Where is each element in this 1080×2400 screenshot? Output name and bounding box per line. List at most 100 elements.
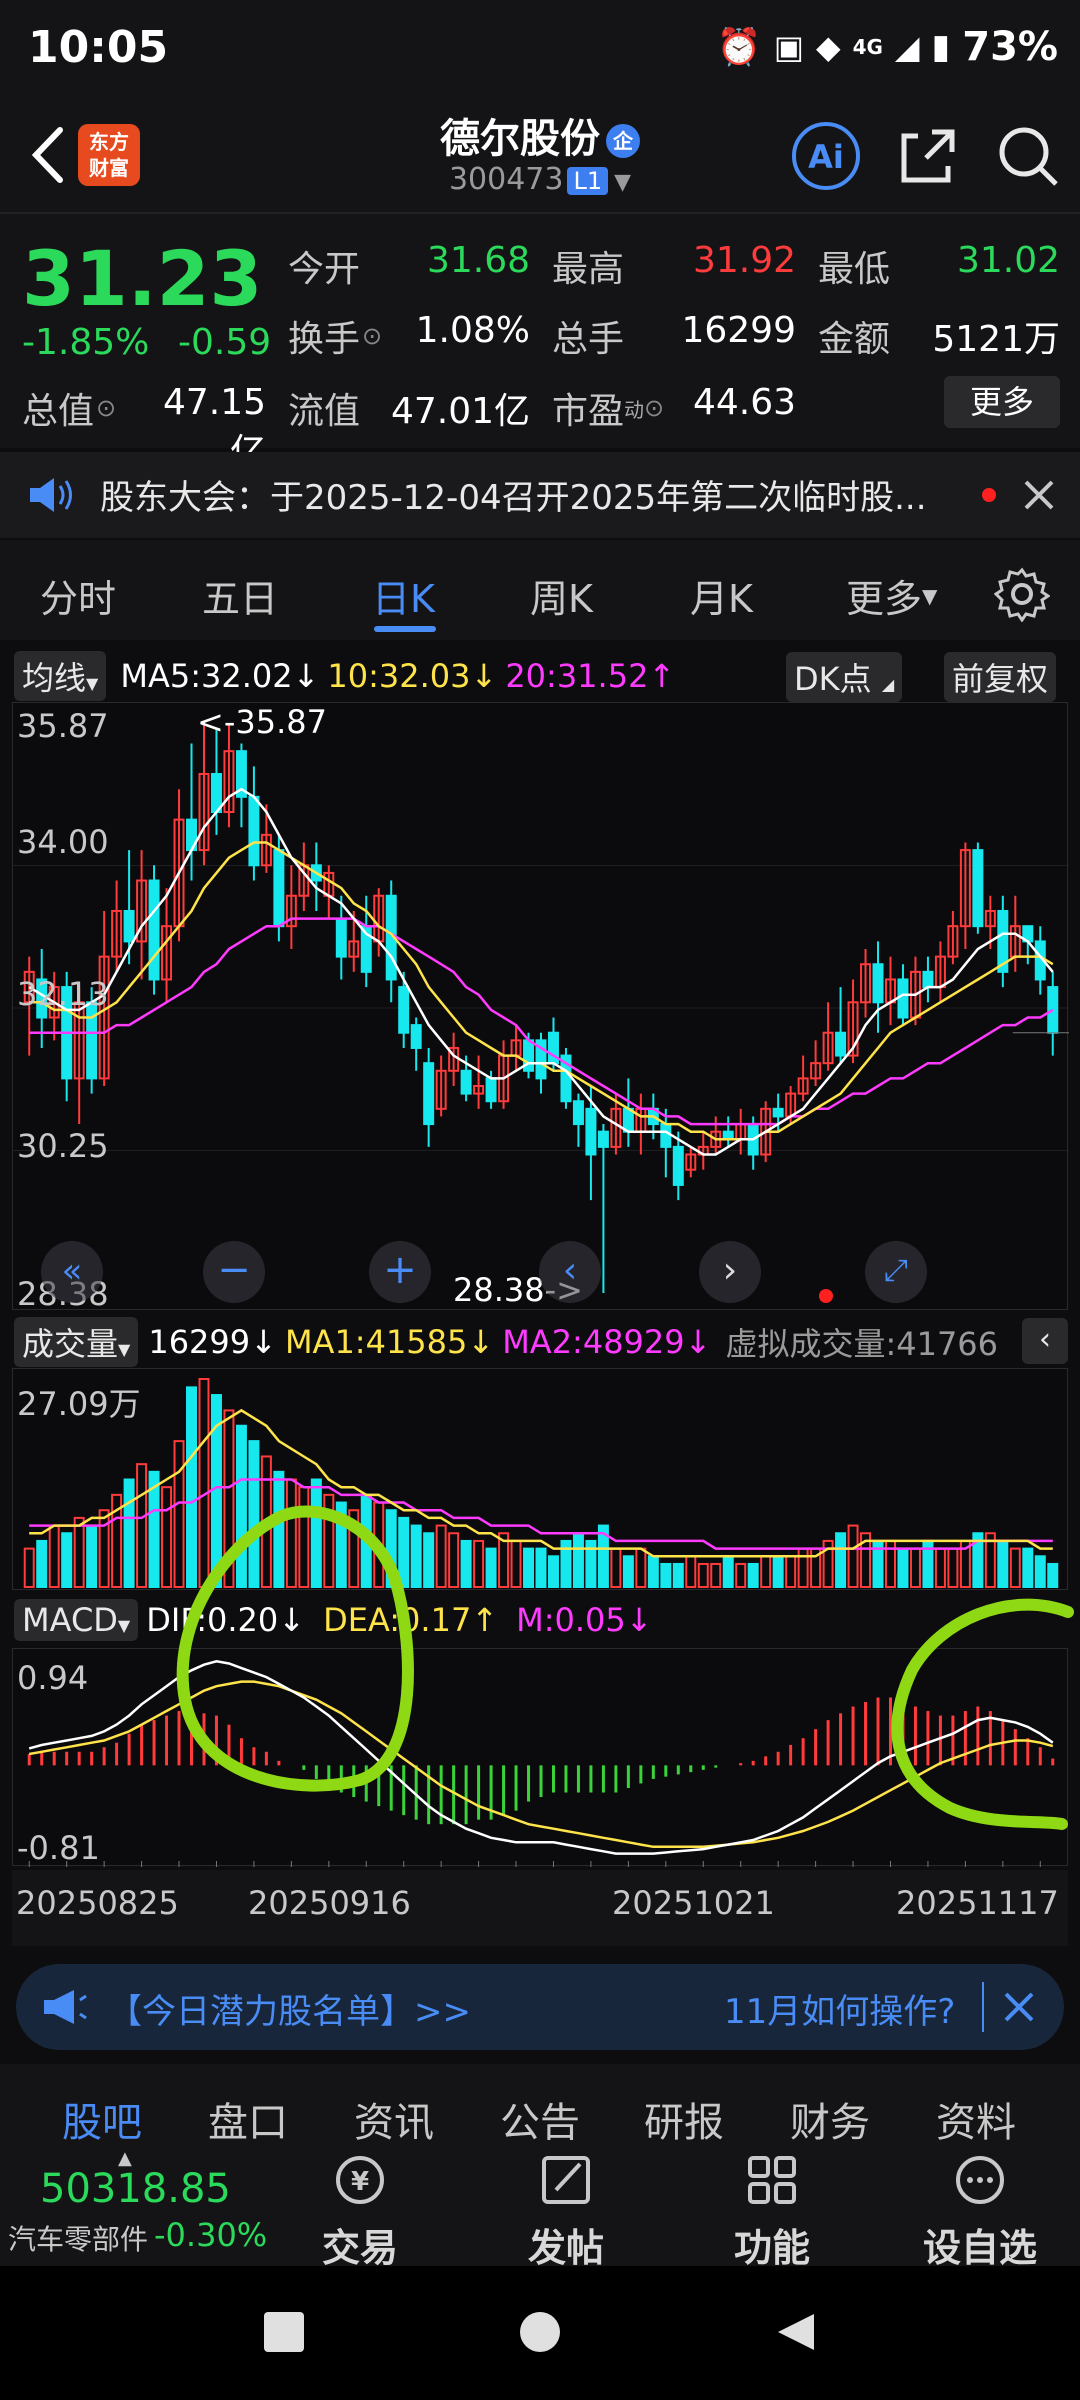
candle-body	[86, 1001, 98, 1080]
candle-body	[922, 970, 934, 989]
vol-ma1-trend-icon: ↓	[467, 1323, 495, 1361]
enterprise-badge: 企	[606, 124, 640, 158]
volume-selector[interactable]: 成交量▼	[14, 1317, 139, 1367]
fullscreen-expand-icon[interactable]: ⤢	[865, 1241, 927, 1303]
float-value-label: 流值	[288, 391, 361, 432]
add-watchlist-button[interactable]: 设自选	[910, 2152, 1050, 2272]
ma-selector[interactable]: 均线▼	[14, 651, 107, 701]
zoom-out-button[interactable]: −	[203, 1241, 265, 1303]
promo-banner[interactable]: 【今日潜力股名单】>> 11月如何操作?	[16, 1964, 1064, 2050]
kline-panel[interactable]: 35.87 34.00 32.13 30.25 28.38 <-35.87 28…	[12, 702, 1069, 1313]
high-value: 31.92	[692, 240, 796, 281]
dk-point-label: DK点	[794, 660, 872, 698]
sector-index[interactable]: ▲ 50318.85 汽车零部件 -0.30%	[0, 2148, 267, 2266]
tab-more[interactable]: 更多 ▼	[846, 568, 937, 623]
stock-header: 东方 财富 德尔股份企 300473 L1 ▼ Ai	[0, 100, 1080, 212]
tab-five-day[interactable]: 五日	[202, 568, 278, 623]
candle-body	[148, 879, 160, 981]
turnover-label-row[interactable]: 换手 ⊙	[288, 310, 382, 362]
caret-down-icon: ▼	[922, 583, 938, 608]
tab-daily-k[interactable]: 日K	[372, 568, 435, 623]
low-value: 31.02	[956, 240, 1060, 281]
notice-text: 股东大会：于2025-12-04召开2025年第二次临时股...	[100, 478, 927, 518]
candle-body	[835, 1031, 847, 1057]
x-tick-label: 20250825	[16, 1884, 179, 1922]
total-value-label-row[interactable]: 总值 ⊙	[22, 382, 116, 434]
tab-news[interactable]: 资讯	[354, 2090, 434, 2148]
more-info-icon: ⊙	[644, 394, 665, 422]
ai-button[interactable]: Ai	[788, 118, 864, 194]
candle-body	[335, 917, 347, 958]
settings-gear-icon[interactable]	[994, 566, 1050, 622]
caret-down-icon: ▼	[614, 170, 632, 195]
total-value-label: 总值	[22, 391, 95, 432]
kline-chart[interactable]	[13, 703, 1069, 1311]
candle-body	[897, 978, 909, 1019]
tab-monthly-k[interactable]: 月K	[690, 568, 753, 623]
ma-legend-row: 均线▼ MA5:32.02 ↓ 10:32.03 ↓ 20:31.52 ↑ DK点 ◢…	[0, 648, 1080, 704]
recents-square-icon[interactable]	[264, 2312, 304, 2352]
banner-left-text: 【今日潜力股名单】>>	[108, 1992, 471, 2032]
index-value: 50318.85	[40, 2166, 231, 2212]
tab-profile[interactable]: 资料	[936, 2090, 1016, 2148]
back-triangle-icon[interactable]	[774, 2310, 818, 2354]
y-tick-label: 34.00	[17, 823, 109, 861]
high-label: 最高	[552, 249, 625, 290]
dk-point-button[interactable]: DK点 ◢	[786, 652, 903, 702]
share-icon[interactable]	[890, 118, 966, 194]
collapse-chevron-icon[interactable]: ‹	[1022, 1318, 1068, 1364]
pe-value: 44.63	[692, 382, 796, 423]
battery-percent: 73%	[962, 24, 1058, 70]
candle-body	[972, 849, 984, 928]
turnover-label: 换手	[288, 319, 361, 360]
ma-selector-label: 均线	[22, 659, 87, 697]
candle-body	[585, 1107, 597, 1156]
scroll-right-button[interactable]: ›	[699, 1241, 761, 1303]
zoom-in-button[interactable]: +	[369, 1241, 431, 1303]
close-icon[interactable]	[1020, 476, 1058, 514]
open-label: 今开	[288, 249, 361, 290]
pe-label-row[interactable]: 市盈动 ⊙	[552, 382, 664, 434]
close-icon[interactable]	[1000, 1988, 1038, 2026]
max-price-marker: <-35.87	[197, 703, 327, 741]
alarm-icon: ⏰	[716, 27, 762, 68]
tab-intraday[interactable]: 分时	[40, 568, 116, 623]
y-tick-label: 35.87	[17, 707, 109, 745]
home-circle-icon[interactable]	[520, 2312, 560, 2352]
scroll-left-button[interactable]: ‹	[539, 1241, 601, 1303]
wifi-icon: ◆	[815, 28, 841, 66]
trade-button[interactable]: ¥ 交易	[290, 2152, 430, 2272]
functions-label: 功能	[733, 2226, 810, 2270]
tab-finance[interactable]: 财务	[790, 2090, 870, 2148]
adjust-button[interactable]: 前复权	[944, 652, 1057, 702]
tab-weekly-k[interactable]: 周K	[530, 568, 593, 623]
tab-pankou[interactable]: 盘口	[208, 2090, 288, 2148]
notice-bar[interactable]: 股东大会：于2025-12-04召开2025年第二次临时股...	[0, 452, 1080, 538]
info-tabs: 股吧 盘口 资讯 公告 研报 财务 资料	[0, 2064, 1080, 2154]
tab-guba[interactable]: 股吧	[62, 2090, 142, 2148]
zoom-full-left-button[interactable]: «	[41, 1241, 103, 1303]
candle-body	[423, 1062, 435, 1126]
more-button[interactable]: 更多	[944, 376, 1060, 428]
candle-body	[248, 795, 260, 867]
volume-trend-icon: ↓	[250, 1323, 277, 1361]
svg-text:Ai: Ai	[808, 138, 844, 176]
x-tick-label: 20250916	[248, 1884, 411, 1922]
functions-button[interactable]: 功能	[702, 2152, 842, 2272]
edit-icon	[542, 2156, 590, 2204]
search-icon[interactable]	[990, 118, 1066, 194]
tab-research[interactable]: 研报	[644, 2090, 724, 2148]
app-root: 10:05 ⏰ ▣ ◆ 4G ◢ ▮ 73% 东方 财富 德尔股份企 30047…	[0, 0, 1080, 2400]
status-bar: 10:05 ⏰ ▣ ◆ 4G ◢ ▮ 73%	[0, 0, 1080, 100]
vol-ma2: MA2:48929	[502, 1323, 685, 1361]
candle-body	[398, 986, 410, 1034]
corner-icon: ◢	[881, 675, 895, 694]
more-info-icon: ⊙	[362, 322, 383, 350]
post-button[interactable]: 发帖	[496, 2152, 636, 2272]
candle-body	[460, 1069, 472, 1095]
banner-divider	[982, 1982, 984, 2032]
candle-body	[872, 963, 884, 1004]
tab-announcements[interactable]: 公告	[500, 2090, 580, 2148]
quote-panel: 31.23 -1.85% -0.59 今开 31.68 最高 31.92 最低 …	[0, 212, 1080, 473]
post-label: 发帖	[527, 2226, 604, 2270]
